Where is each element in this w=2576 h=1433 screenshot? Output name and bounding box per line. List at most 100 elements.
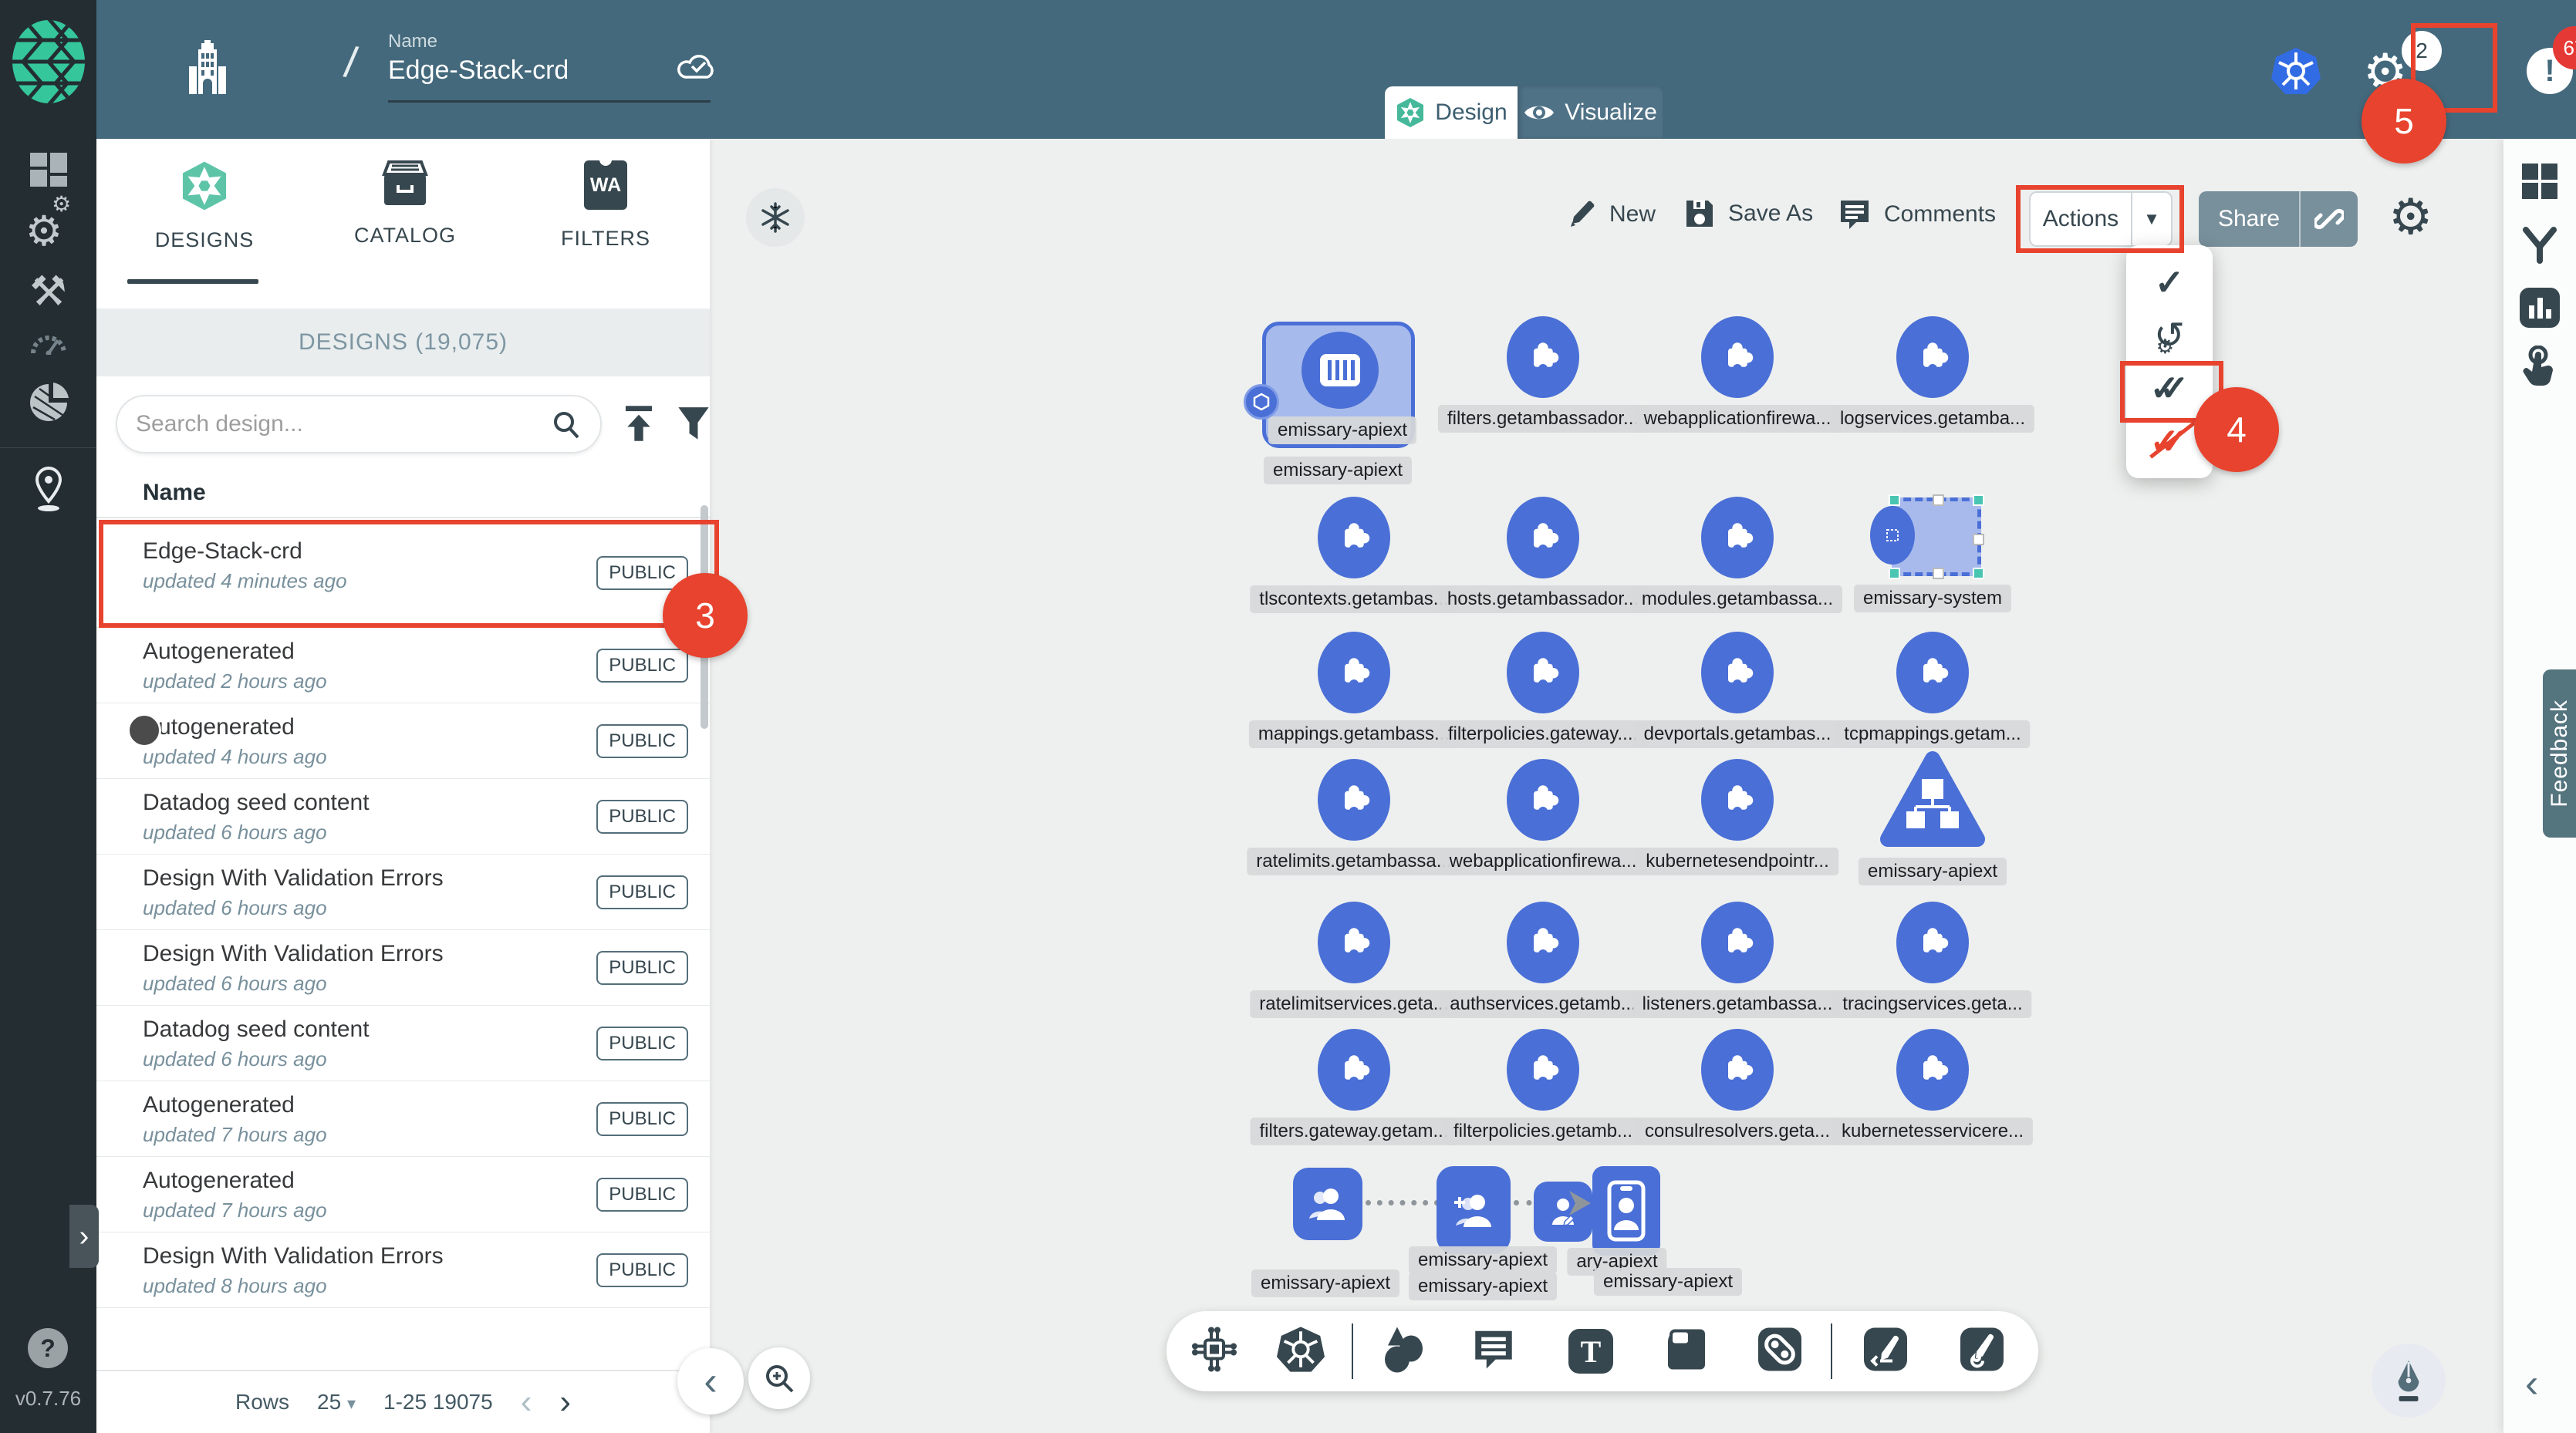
environment-pin-icon[interactable]: [0, 466, 96, 514]
tab-designs[interactable]: DESIGNS: [120, 160, 289, 252]
design-row[interactable]: Design With Validation Errorsupdated 6 h…: [96, 930, 710, 1006]
pagination-next-button[interactable]: ›: [559, 1383, 571, 1421]
node-emissary-apiext-configmap[interactable]: [1879, 748, 1987, 850]
crd-node[interactable]: [1507, 497, 1579, 578]
crd-node[interactable]: [1701, 497, 1774, 578]
new-design-button[interactable]: New: [1566, 199, 1656, 230]
menu-item-undeploy[interactable]: ✓✓: [2149, 416, 2189, 466]
design-row[interactable]: Autogeneratedupdated 2 hours agoPUBLIC: [96, 628, 710, 703]
crd-node[interactable]: [1896, 902, 1969, 983]
design-name-underline: [388, 100, 711, 103]
crd-node[interactable]: [1701, 759, 1774, 841]
metrics-icon[interactable]: [2519, 287, 2561, 332]
dashboard-nav-icon[interactable]: [0, 148, 96, 191]
extensions-nav-icon[interactable]: [0, 381, 96, 424]
catalog-tab-icon: [381, 160, 429, 207]
crd-node[interactable]: [1507, 1029, 1579, 1111]
filter-funnel-icon[interactable]: [677, 406, 711, 443]
design-mode-pen-button[interactable]: [2372, 1344, 2446, 1418]
components-palette-icon[interactable]: [2520, 162, 2559, 204]
node-clusterrole-badge[interactable]: [1592, 1166, 1660, 1256]
interaction-hand-icon[interactable]: [2521, 346, 2558, 393]
kubernetes-context-icon[interactable]: [2270, 46, 2321, 96]
canvas-settings-gear-icon[interactable]: ⚙: [2389, 188, 2433, 246]
crd-node[interactable]: [1896, 632, 1969, 713]
performance-nav-icon[interactable]: [0, 330, 96, 355]
crd-node-label: mappings.getambass...: [1249, 720, 1459, 748]
crd-node[interactable]: [1318, 1029, 1390, 1111]
crd-node[interactable]: [1507, 902, 1579, 983]
node-emissary-apiext-selected[interactable]: emissary-apiext: [1262, 322, 1415, 448]
link-icon: [2314, 204, 2344, 234]
crd-node[interactable]: [1318, 902, 1390, 983]
crd-node[interactable]: [1896, 1029, 1969, 1111]
node-serviceaccount[interactable]: [1293, 1168, 1362, 1240]
organization-icon[interactable]: [185, 40, 230, 99]
import-design-icon[interactable]: [621, 404, 657, 443]
tab-filters[interactable]: WA FILTERS: [521, 160, 690, 251]
link-tool[interactable]: [1757, 1327, 1802, 1376]
crd-node-label: filters.gateway.getam...: [1251, 1118, 1458, 1145]
pagination-prev-button[interactable]: ‹: [521, 1383, 532, 1421]
crd-node[interactable]: [1318, 497, 1390, 578]
save-as-button[interactable]: Save As: [1683, 197, 1813, 230]
design-row[interactable]: Design With Validation Errorsupdated 8 h…: [96, 1232, 710, 1308]
crd-node[interactable]: [1701, 316, 1774, 398]
crd-node[interactable]: [1701, 902, 1774, 983]
crd-node-label: filterpolicies.gateway....: [1439, 720, 1647, 748]
crd-node[interactable]: [1507, 759, 1579, 841]
visibility-badge: PUBLIC: [596, 724, 688, 758]
node-port-badge[interactable]: [1244, 384, 1279, 420]
right-dock-collapse-button[interactable]: ‹: [2525, 1361, 2538, 1407]
edge-draw-tool[interactable]: [1863, 1327, 1908, 1376]
node-rolebinding[interactable]: [1437, 1166, 1511, 1254]
tab-visualize[interactable]: Visualize: [1518, 86, 1663, 139]
relationships-icon[interactable]: [2520, 225, 2560, 268]
design-row[interactable]: Datadog seed contentupdated 6 hours agoP…: [96, 779, 710, 855]
annotation-step-5: 5: [2362, 79, 2446, 164]
tab-catalog[interactable]: CATALOG: [320, 160, 490, 248]
zoom-button[interactable]: [748, 1347, 810, 1409]
design-search-input[interactable]: [136, 411, 551, 437]
copy-link-button[interactable]: [2299, 191, 2358, 247]
breadcrumb-separator: /: [342, 36, 360, 88]
feedback-tab[interactable]: Feedback: [2543, 669, 2576, 838]
component-chip-tool[interactable]: [1190, 1326, 1238, 1377]
visualize-eye-icon: [1523, 102, 1555, 123]
tab-design[interactable]: Design: [1385, 86, 1518, 139]
crd-node[interactable]: [1701, 1029, 1774, 1111]
text-tool[interactable]: T: [1568, 1329, 1613, 1374]
comments-button[interactable]: Comments: [1838, 197, 1996, 231]
rows-per-page-select[interactable]: 25 ▾: [317, 1390, 356, 1414]
design-search-box[interactable]: [116, 395, 602, 454]
freehand-draw-tool[interactable]: [1960, 1327, 2004, 1376]
sidebar-expand-button[interactable]: ›: [69, 1205, 99, 1268]
crd-node[interactable]: [1318, 632, 1390, 713]
design-row[interactable]: Design With Validation Errorsupdated 6 h…: [96, 855, 710, 930]
name-column-header[interactable]: Name: [143, 480, 206, 506]
crd-node[interactable]: [1701, 632, 1774, 713]
menu-item-dry-run[interactable]: ↺⚙: [2154, 311, 2185, 360]
design-row[interactable]: Autogeneratedupdated 7 hours agoPUBLIC: [96, 1081, 710, 1157]
share-button[interactable]: Share: [2199, 191, 2358, 247]
configuration-nav-icon[interactable]: ⚒: [0, 267, 96, 315]
meshery-logo-icon[interactable]: [11, 19, 86, 105]
crd-node[interactable]: [1507, 316, 1579, 398]
menu-item-validate[interactable]: ✓: [2155, 258, 2185, 307]
drawer-collapse-button[interactable]: ‹: [677, 1348, 744, 1414]
search-icon[interactable]: [551, 409, 582, 440]
visibility-badge: PUBLIC: [596, 875, 688, 909]
lifecycle-nav-icon[interactable]: ⚙⚙: [0, 207, 96, 255]
design-row[interactable]: Autogeneratedupdated 7 hours agoPUBLIC: [96, 1157, 710, 1232]
comment-tool[interactable]: [1471, 1327, 1516, 1376]
design-row[interactable]: Datadog seed contentupdated 6 hours agoP…: [96, 1006, 710, 1081]
layout-snowflake-button[interactable]: [746, 188, 805, 247]
note-tool[interactable]: [1665, 1327, 1708, 1377]
crd-node[interactable]: [1896, 316, 1969, 398]
help-button[interactable]: ?: [28, 1328, 68, 1368]
design-row[interactable]: Autogeneratedupdated 4 hours agoPUBLIC: [96, 703, 710, 779]
kubernetes-tool[interactable]: [1276, 1325, 1325, 1378]
crd-node[interactable]: [1318, 759, 1390, 841]
shapes-tool[interactable]: [1380, 1326, 1426, 1377]
crd-node[interactable]: [1507, 632, 1579, 713]
